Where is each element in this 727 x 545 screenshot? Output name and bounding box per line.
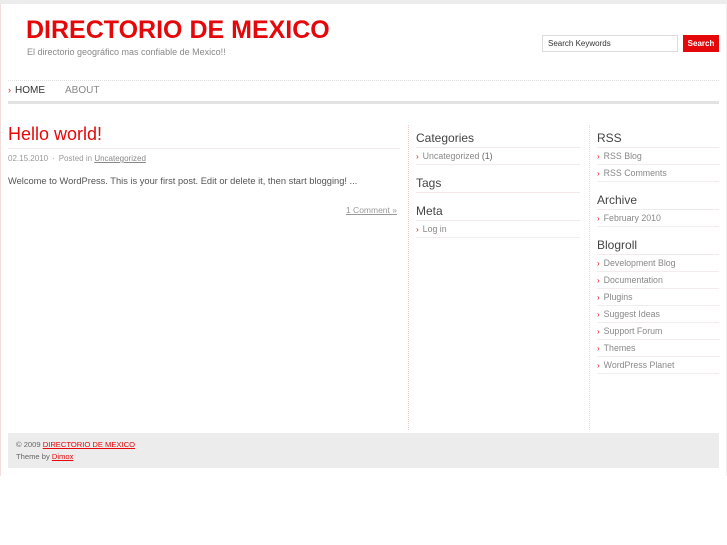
nav-bottom-bar (8, 101, 719, 104)
blogroll-label: Plugins (603, 292, 633, 302)
post-date: 02.15.2010 (8, 154, 49, 163)
nav-item-about[interactable]: ABOUT (65, 85, 99, 96)
blogroll-label: Themes (603, 343, 636, 353)
site-description: El directorio geográfico mas confiable d… (27, 47, 226, 57)
post-meta: 02.15.2010 · Posted in Uncategorized (8, 154, 146, 163)
blogroll-label: Suggest Ideas (603, 309, 660, 319)
blogroll-item[interactable]: › Documentation (597, 272, 719, 289)
widget-title: Archive (597, 192, 719, 210)
footer-theme-line: Theme by Dimox (16, 451, 719, 463)
chevron-right-icon: › (597, 214, 600, 223)
blogroll-label: Documentation (603, 275, 663, 285)
post-title-link[interactable]: Hello world! (8, 124, 102, 145)
copyright-text: © 2009 (16, 440, 41, 449)
widget-rss: RSS › RSS Blog › RSS Comments (597, 130, 719, 182)
footer-site-link[interactable]: DIRECTORIO DE MEXICO (43, 440, 135, 449)
widget-meta: Meta › Log in (416, 203, 580, 238)
blogroll-item[interactable]: › WordPress Planet (597, 357, 719, 374)
category-label: Uncategorized (422, 151, 480, 161)
post-excerpt: Welcome to WordPress. This is your first… (8, 176, 358, 186)
chevron-right-icon: › (597, 152, 600, 161)
chevron-right-icon: › (416, 152, 419, 161)
rss-label: RSS Comments (603, 168, 667, 178)
widget-tags: Tags (416, 175, 580, 193)
meta-separator: · (52, 154, 55, 163)
rss-item-blog[interactable]: › RSS Blog (597, 148, 719, 165)
widget-categories: Categories › Uncategorized (1) (416, 130, 580, 165)
chevron-right-icon: › (597, 169, 600, 178)
chevron-right-icon: › (597, 361, 600, 370)
archive-item[interactable]: › February 2010 (597, 210, 719, 227)
post-title-divider (8, 148, 400, 149)
nav-item-label: ABOUT (65, 85, 100, 96)
column-divider (408, 125, 409, 430)
chevron-right-icon: › (8, 85, 11, 95)
widget-title: Meta (416, 203, 580, 221)
blogroll-item[interactable]: › Themes (597, 340, 719, 357)
blogroll-label: WordPress Planet (603, 360, 675, 370)
search-input[interactable] (542, 35, 678, 52)
widget-title: Tags (416, 175, 580, 193)
widget-blogroll: Blogroll › Development Blog › Documentatio… (597, 237, 719, 374)
nav-top-divider (8, 80, 719, 81)
chevron-right-icon: › (597, 276, 600, 285)
footer-copyright-line: © 2009 DIRECTORIO DE MEXICO (16, 439, 719, 451)
footer: © 2009 DIRECTORIO DE MEXICO Theme by Dim… (8, 433, 719, 468)
widget-title: Blogroll (597, 237, 719, 255)
blogroll-item[interactable]: › Suggest Ideas (597, 306, 719, 323)
blogroll-item[interactable]: › Support Forum (597, 323, 719, 340)
widget-title: RSS (597, 130, 719, 148)
blogroll-item[interactable]: › Plugins (597, 289, 719, 306)
blogroll-label: Development Blog (603, 258, 676, 268)
meta-item-log-in[interactable]: › Log in (416, 221, 580, 238)
posted-in-label: Posted in (58, 154, 93, 163)
main-nav: › HOME ABOUT (8, 85, 719, 99)
blogroll-label: Support Forum (603, 326, 663, 336)
theme-author-link[interactable]: Dimox (52, 452, 74, 461)
rss-label: RSS Blog (603, 151, 642, 161)
chevron-right-icon: › (597, 293, 600, 302)
archive-label: February 2010 (603, 213, 661, 223)
nav-item-home[interactable]: › HOME (8, 85, 45, 96)
site-title-link[interactable]: DIRECTORIO DE MEXICO (26, 16, 330, 45)
blogroll-item[interactable]: › Development Blog (597, 255, 719, 272)
rss-item-comments[interactable]: › RSS Comments (597, 165, 719, 182)
theme-by-label: Theme by (16, 452, 50, 461)
column-divider (589, 125, 590, 430)
nav-item-label: HOME (15, 85, 45, 96)
chevron-right-icon: › (416, 225, 419, 234)
chevron-right-icon: › (597, 344, 600, 353)
widget-title: Categories (416, 130, 580, 148)
category-item-uncategorized[interactable]: › Uncategorized (1) (416, 148, 580, 165)
sidebar-right: RSS › RSS Blog › RSS Comments Archive › Feb… (597, 130, 719, 384)
sidebar-middle: Categories › Uncategorized (1) Tags Meta … (416, 130, 580, 248)
chevron-right-icon: › (597, 327, 600, 336)
chevron-right-icon: › (597, 310, 600, 319)
category-count: (1) (481, 151, 493, 161)
search-button[interactable]: Search (683, 35, 719, 52)
post-comments-link[interactable]: 1 Comment » (346, 205, 397, 215)
widget-archive: Archive › February 2010 (597, 192, 719, 227)
meta-label: Log in (422, 224, 447, 234)
post-category-link[interactable]: Uncategorized (94, 154, 146, 163)
chevron-right-icon: › (597, 259, 600, 268)
